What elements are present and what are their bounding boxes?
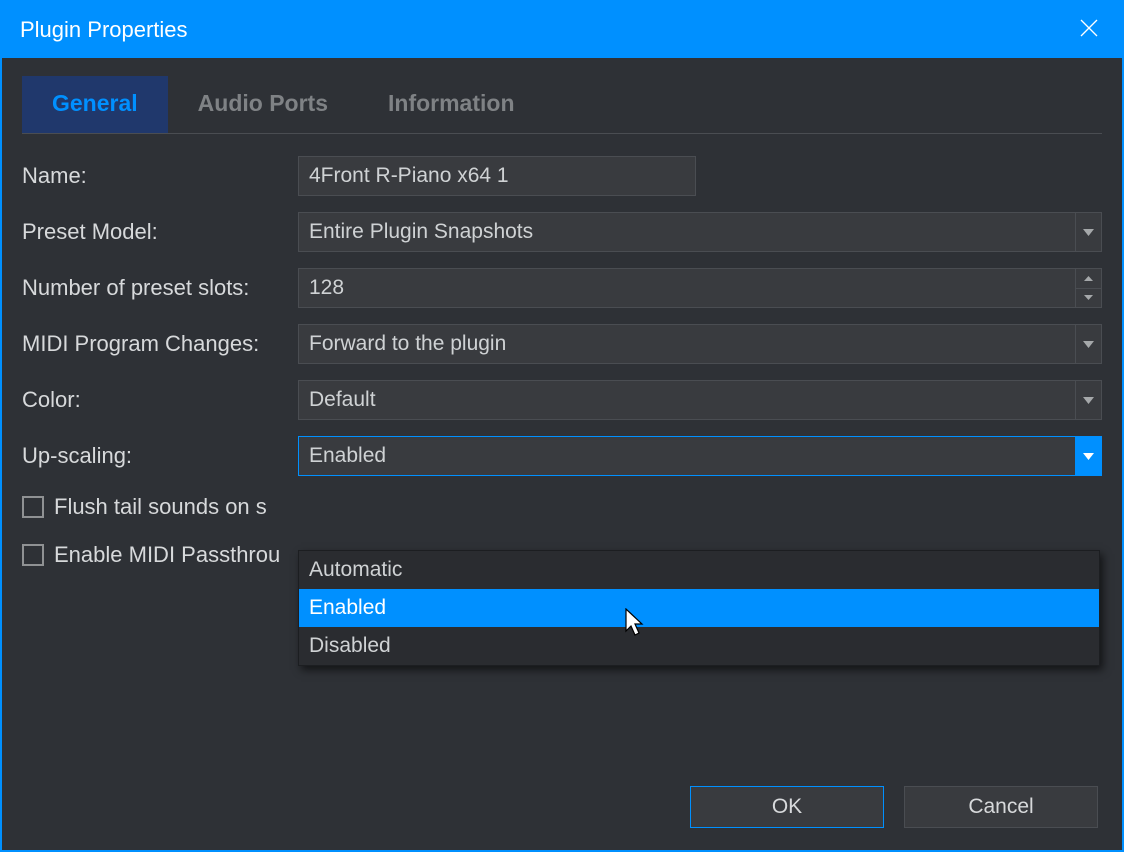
name-input[interactable] [298, 156, 696, 196]
upscaling-option-automatic[interactable]: Automatic [299, 551, 1099, 589]
chevron-down-icon [1075, 437, 1101, 475]
upscaling-value: Enabled [309, 444, 386, 468]
upscaling-dropdown: Automatic Enabled Disabled [298, 550, 1100, 666]
preset-model-value: Entire Plugin Snapshots [309, 220, 533, 244]
midi-pc-value: Forward to the plugin [309, 332, 506, 356]
slots-spin-down[interactable] [1076, 289, 1101, 308]
upscaling-option-enabled[interactable]: Enabled [299, 589, 1099, 627]
slots-label: Number of preset slots: [22, 275, 298, 301]
name-label: Name: [22, 163, 298, 189]
slots-spin-up[interactable] [1076, 269, 1101, 289]
chevron-down-icon [1075, 213, 1101, 251]
upscaling-combo[interactable]: Enabled [298, 436, 1102, 476]
upscaling-label: Up-scaling: [22, 443, 298, 469]
close-button[interactable] [1062, 3, 1116, 57]
tab-bar: General Audio Ports Information [22, 76, 1102, 134]
midi-pc-combo[interactable]: Forward to the plugin [298, 324, 1102, 364]
passthrough-checkbox[interactable] [22, 544, 44, 566]
general-form: Name: Preset Model: Entire Plugin Snapsh… [22, 156, 1102, 568]
dialog-footer: OK Cancel [22, 786, 1102, 832]
color-value: Default [309, 388, 376, 412]
color-combo[interactable]: Default [298, 380, 1102, 420]
chevron-down-icon [1075, 325, 1101, 363]
preset-model-label: Preset Model: [22, 219, 298, 245]
cancel-button[interactable]: Cancel [904, 786, 1098, 828]
slots-spin-buttons [1075, 269, 1101, 307]
window-title: Plugin Properties [20, 17, 188, 43]
flush-check-row: Flush tail sounds on s [22, 494, 1102, 520]
close-icon [1079, 18, 1099, 43]
plugin-properties-dialog: Plugin Properties General Audio Ports In… [0, 0, 1124, 852]
color-label: Color: [22, 387, 298, 413]
midi-pc-label: MIDI Program Changes: [22, 331, 298, 357]
titlebar[interactable]: Plugin Properties [2, 2, 1122, 58]
tab-audio-ports[interactable]: Audio Ports [168, 76, 358, 133]
tab-general[interactable]: General [22, 76, 168, 133]
ok-button[interactable]: OK [690, 786, 884, 828]
chevron-down-icon [1075, 381, 1101, 419]
slots-spinner[interactable]: 128 [298, 268, 1102, 308]
preset-model-combo[interactable]: Entire Plugin Snapshots [298, 212, 1102, 252]
passthrough-label: Enable MIDI Passthrou [54, 542, 280, 568]
upscaling-option-disabled[interactable]: Disabled [299, 627, 1099, 665]
flush-label: Flush tail sounds on s [54, 494, 267, 520]
tab-information[interactable]: Information [358, 76, 545, 133]
dialog-body: General Audio Ports Information Name: Pr… [2, 58, 1122, 850]
slots-value: 128 [309, 276, 344, 300]
flush-checkbox[interactable] [22, 496, 44, 518]
